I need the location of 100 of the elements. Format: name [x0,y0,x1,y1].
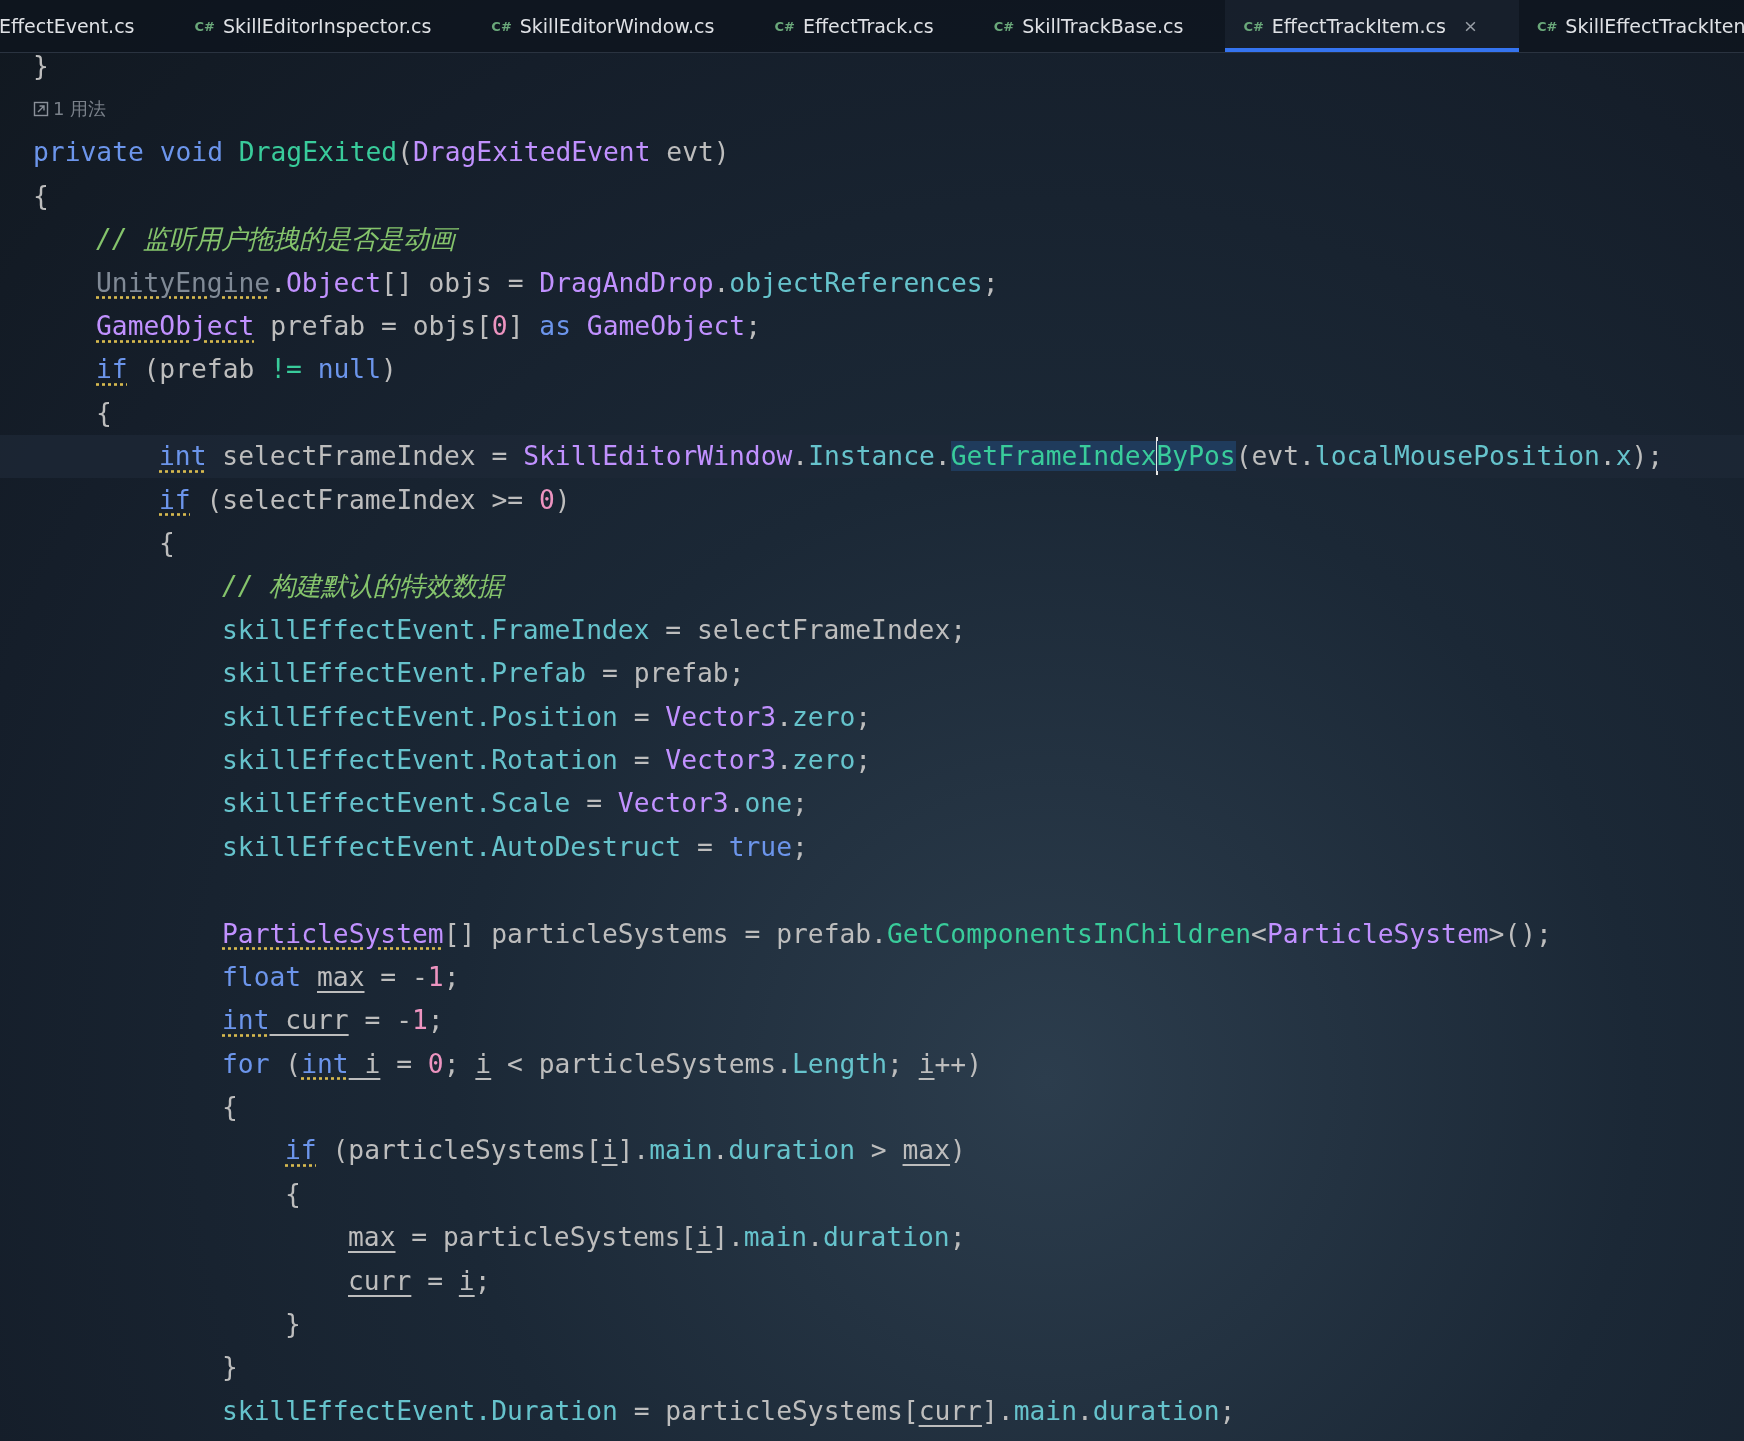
code-token: 1 [412,1005,428,1036]
code-token: = - [379,961,428,992]
code-token: GameObject [585,311,746,342]
code-token: ++) [934,1048,983,1079]
code-token: ]. [617,1135,650,1166]
code-token: { [96,397,112,428]
tab-label: SkillEditorWindow.cs [519,15,715,37]
code-token: = particleSystems[ [632,1395,919,1426]
code-token: ) [554,484,571,515]
code-token: skillEffectEvent.Prefab [222,658,587,689]
code-token: < [1251,918,1267,949]
code-token: float [222,961,303,992]
code-token: . [792,441,809,472]
code-token: UnityEngine [96,267,271,298]
csharp-file-icon: C# [774,18,795,34]
close-icon[interactable] [1463,19,1477,33]
csharp-file-icon: C# [194,18,215,34]
code-token: (evt. [1235,441,1315,472]
code-token: = [695,831,714,862]
code-token: < particleSystems. [506,1048,792,1079]
code-token: = prefab; [600,658,745,689]
code-token: ] [507,311,525,342]
code-token: . [270,267,286,298]
code-token: null [316,354,381,385]
code-token: i [918,1048,935,1079]
code-token: main [743,1222,808,1253]
file-tab[interactable]: C# EffectTrackItem.cs [1225,0,1519,52]
code-token: 0 [427,1048,444,1079]
code-token: Vector3 [665,744,777,775]
code-token: 1 [427,961,444,992]
file-tab[interactable]: C# EffectTrack.cs [756,0,976,52]
code-token: Length [792,1048,887,1079]
code-token: = [632,744,651,775]
code-token: ; [745,311,761,342]
code-token: } [222,1352,238,1383]
code-token: = [632,701,651,732]
code-token: ( [284,1048,302,1079]
code-token: ; [792,788,808,819]
code-token: duration [823,1222,950,1253]
code-token: one [744,788,792,819]
code-token: SkillEditorWindow [523,441,793,472]
code-token: ; [982,267,999,298]
code-token: = [426,1265,444,1296]
code-token: if [285,1135,317,1166]
code-token: . [776,701,792,732]
code-token: . [1077,1395,1093,1426]
code-token: skillEffectEvent.Scale [222,788,571,819]
code-token: void [158,137,223,168]
file-tab[interactable]: C# SkillEditorWindow.cs [473,0,757,52]
code-token: } [285,1309,301,1339]
tab-label: SkillTrackBase.cs [1022,15,1184,37]
code-token: = particleSystems[ [410,1222,697,1253]
code-token: 0 [491,311,508,342]
code-token: max [317,961,365,992]
code-token: ; [474,1265,491,1296]
code-token: 0 [539,484,555,515]
code-token: ; [443,961,460,992]
file-tab[interactable]: C# SkillTrackBase.cs [975,0,1226,52]
code-token: evt) [665,137,730,168]
code-token: selectFrameIndex = [221,441,509,472]
code-token: i [458,1265,475,1296]
code-token: prefab = objs[ [269,311,492,342]
code-token: { [159,528,175,558]
code-token: skillEffectEvent.Duration [222,1395,618,1426]
code-token: i [363,1048,381,1079]
code-token: max [902,1135,951,1166]
code-token: ) [950,1135,966,1166]
code-token: zero [792,744,856,775]
code-token: duration [1092,1395,1220,1426]
code-comment: // 构建默认的特效数据 [222,569,504,603]
file-tab[interactable]: C# SkillEffectTrackIten [1518,0,1744,52]
tab-label: EffectEvent.cs [0,15,135,37]
code-token: i [696,1222,713,1253]
file-tab[interactable]: C# SkillEditorInspector.cs [176,0,474,52]
code-token: ; [427,1005,444,1036]
code-token: Vector3 [617,788,729,819]
code-token: int [301,1048,349,1079]
code-token: . [728,788,745,819]
usages-hint[interactable]: 1 用法 [33,97,107,122]
code-token: { [222,1092,238,1123]
code-token: = [585,788,603,819]
code-token: skillEffectEvent.Position [222,701,618,732]
code-token: > [869,1135,888,1166]
code-token: for [222,1048,270,1079]
code-token: ; [792,831,808,862]
code-token: skillEffectEvent.Rotation [222,744,618,775]
code-token: ; [855,744,872,775]
csharp-file-icon: C# [993,18,1015,34]
code-token: GameObject [96,311,255,342]
code-token: as [539,311,571,342]
code-token: main [1013,1395,1077,1426]
code-token: ParticleSystem [222,918,444,949]
tab-label: SkillEditorInspector.cs [222,15,432,37]
file-tab[interactable]: EffectEvent.cs [0,0,177,52]
code-token: localMousePosition [1314,441,1600,472]
code-token: skillEffectEvent.FrameIndex [222,614,650,645]
code-token: . [807,1222,823,1253]
code-token: (prefab [142,354,256,385]
code-token: = selectFrameIndex; [664,614,967,645]
code-token: (selectFrameIndex >= [205,484,525,515]
